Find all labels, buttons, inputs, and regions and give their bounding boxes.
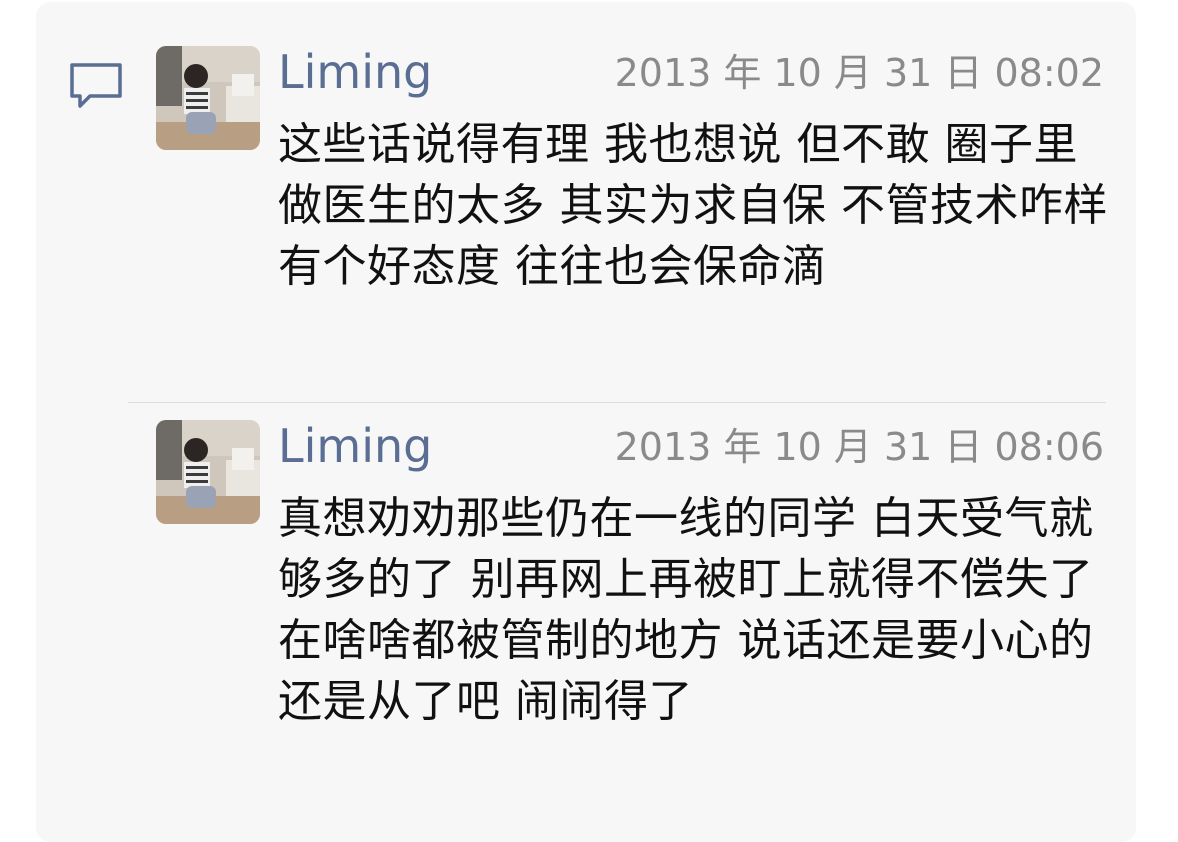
comment-text: 真想劝劝那些仍在一线的同学 白天受气就够多的了 别再网上再被盯上就得不偿失了 在…	[278, 493, 1094, 727]
comment-author[interactable]: Liming	[278, 44, 432, 100]
avatar[interactable]	[156, 420, 260, 524]
comment-author[interactable]: Liming	[278, 418, 432, 474]
comment-bubble-icon[interactable]	[68, 62, 124, 110]
avatar[interactable]	[156, 46, 260, 150]
comment-text: 这些话说得有理 我也想说 但不敢 圈子里做医生的太多 其实为求自保 不管技术咋样…	[278, 119, 1108, 292]
divider	[128, 402, 1106, 403]
comment-timestamp: 2013 年 10 月 31 日 08:02	[614, 51, 1104, 95]
comment-timestamp: 2013 年 10 月 31 日 08:06	[614, 425, 1104, 469]
